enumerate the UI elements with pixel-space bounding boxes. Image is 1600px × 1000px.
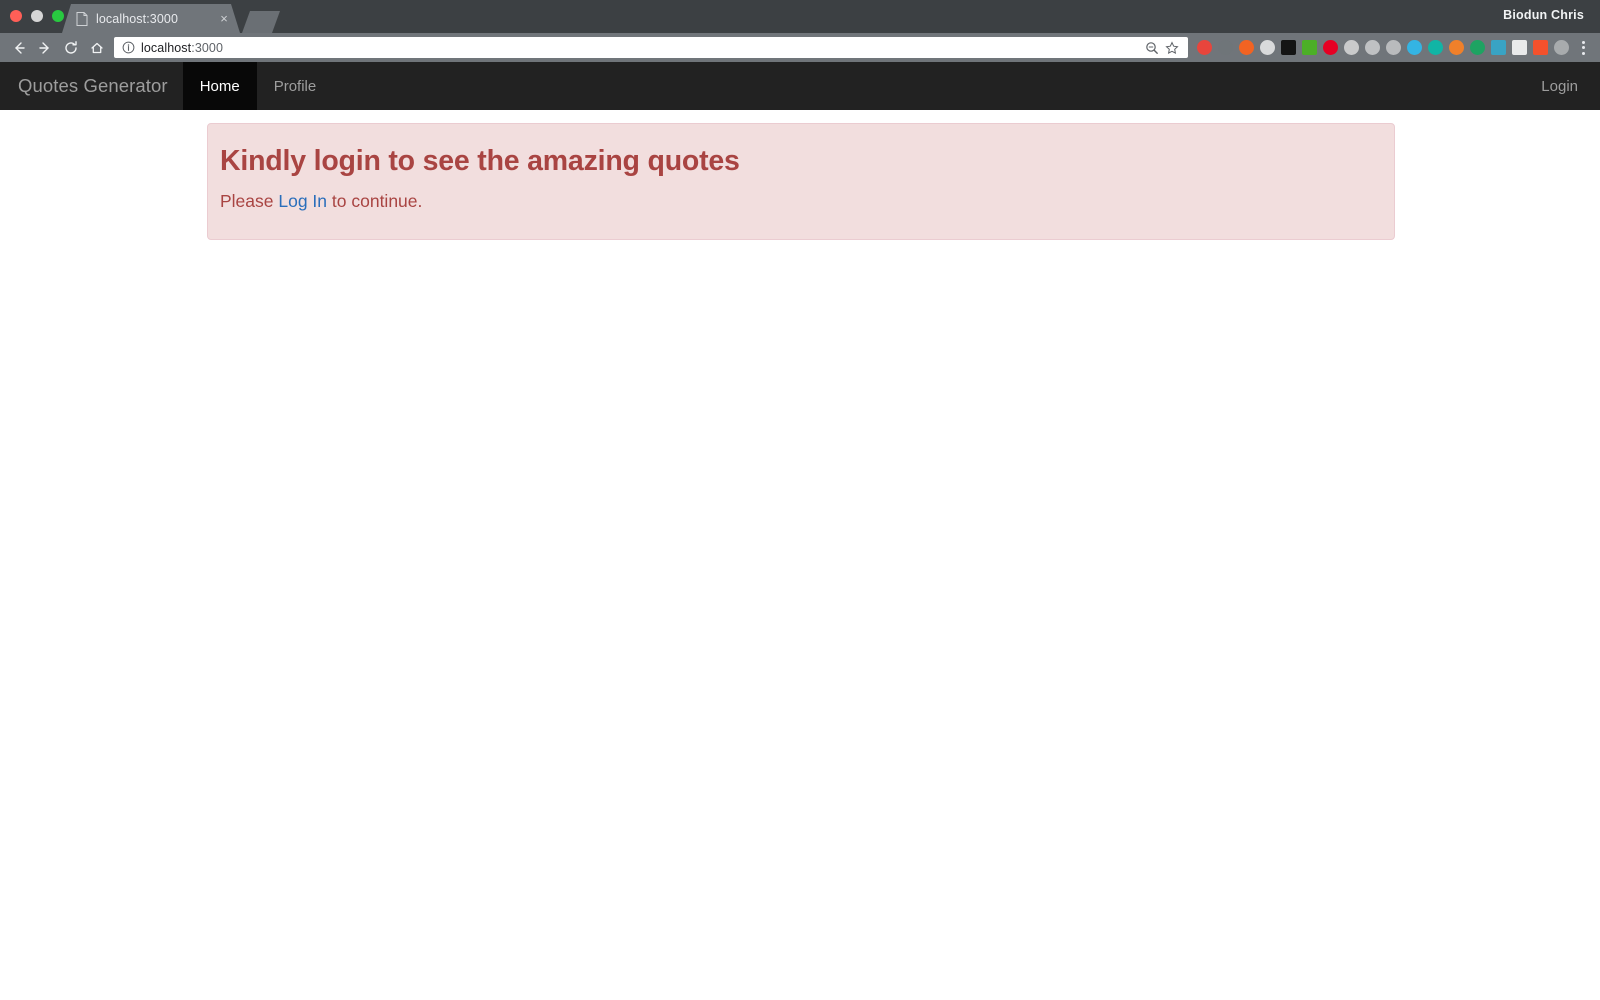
nav-item-profile-label: Profile bbox=[273, 77, 317, 95]
pocket-extension[interactable] bbox=[1383, 37, 1404, 58]
window-close-button[interactable] bbox=[10, 10, 22, 22]
url-host: localhost bbox=[141, 40, 192, 55]
colorzilla-extension[interactable] bbox=[1278, 37, 1299, 58]
s-extension[interactable] bbox=[1509, 37, 1530, 58]
browser-profile-name[interactable]: Biodun Chris bbox=[1503, 8, 1584, 22]
nav-item-login[interactable]: Login bbox=[1524, 62, 1600, 110]
page-content: Quotes Generator Home Profile Login Kind… bbox=[0, 62, 1600, 1000]
wappalyzer-extension[interactable] bbox=[1530, 37, 1551, 58]
orange-extension[interactable] bbox=[1236, 37, 1257, 58]
pinterest-extension[interactable] bbox=[1320, 37, 1341, 58]
info-circle-icon[interactable] bbox=[122, 41, 135, 54]
adblock-extension[interactable] bbox=[1194, 37, 1215, 58]
window-minimize-button[interactable] bbox=[31, 10, 43, 22]
cors-extension[interactable] bbox=[1299, 37, 1320, 58]
browser-chrome: localhost:3000 × Biodun Chris localhost:… bbox=[0, 0, 1600, 62]
colorpicker-extension[interactable] bbox=[1404, 37, 1425, 58]
reload-icon[interactable] bbox=[58, 35, 84, 61]
alert-message: Please Log In to continue. bbox=[220, 190, 1374, 213]
nav-item-home[interactable]: Home bbox=[182, 62, 257, 110]
browser-toolbar: localhost:3000 bbox=[0, 33, 1600, 62]
login-required-alert: Kindly login to see the amazing quotes P… bbox=[207, 123, 1395, 240]
navbar-right: Login bbox=[1524, 62, 1600, 110]
site-navbar: Quotes Generator Home Profile Login bbox=[0, 62, 1600, 110]
grey-extension[interactable] bbox=[1341, 37, 1362, 58]
alert-heading: Kindly login to see the amazing quotes bbox=[220, 145, 740, 177]
search-zoom-icon[interactable] bbox=[1142, 38, 1162, 58]
browser-tab-title: localhost:3000 bbox=[96, 11, 179, 26]
window-controls bbox=[10, 10, 64, 22]
nav-item-home-label: Home bbox=[199, 77, 240, 95]
momentum-extension[interactable] bbox=[1488, 37, 1509, 58]
mega-extension[interactable] bbox=[1446, 37, 1467, 58]
browser-tab-localhost[interactable]: localhost:3000 × bbox=[62, 4, 240, 33]
kebab-menu-icon[interactable] bbox=[1574, 37, 1592, 59]
alert-text-after: to continue. bbox=[327, 190, 423, 211]
page-icon bbox=[76, 12, 88, 26]
new-tab-button[interactable] bbox=[242, 11, 280, 33]
url-port: :3000 bbox=[191, 40, 224, 55]
extensions-strip bbox=[1194, 37, 1572, 58]
navbar-brand[interactable]: Quotes Generator bbox=[0, 62, 183, 110]
browser-tabstrip: localhost:3000 × Biodun Chris bbox=[0, 0, 1600, 33]
home-icon[interactable] bbox=[84, 35, 110, 61]
grammarly-extension[interactable] bbox=[1425, 37, 1446, 58]
nav-item-login-label: Login bbox=[1541, 77, 1578, 95]
mail-extension[interactable] bbox=[1551, 37, 1572, 58]
address-bar-url[interactable]: localhost:3000 bbox=[141, 41, 1142, 55]
address-bar[interactable]: localhost:3000 bbox=[114, 37, 1188, 58]
lightshot-extension[interactable] bbox=[1362, 37, 1383, 58]
opera-extension[interactable] bbox=[1257, 37, 1278, 58]
tabs-area: localhost:3000 × bbox=[62, 4, 280, 33]
back-icon[interactable] bbox=[6, 35, 32, 61]
login-link[interactable]: Log In bbox=[278, 191, 327, 211]
alert-text-before: Please bbox=[220, 190, 279, 211]
close-icon[interactable]: × bbox=[216, 11, 232, 27]
google-drive-extension[interactable] bbox=[1467, 37, 1488, 58]
forward-icon[interactable] bbox=[32, 35, 58, 61]
page-body: Kindly login to see the amazing quotes P… bbox=[0, 110, 1600, 240]
react-devtools-extension[interactable] bbox=[1215, 37, 1236, 58]
nav-item-profile[interactable]: Profile bbox=[257, 62, 334, 110]
star-icon[interactable] bbox=[1162, 38, 1182, 58]
